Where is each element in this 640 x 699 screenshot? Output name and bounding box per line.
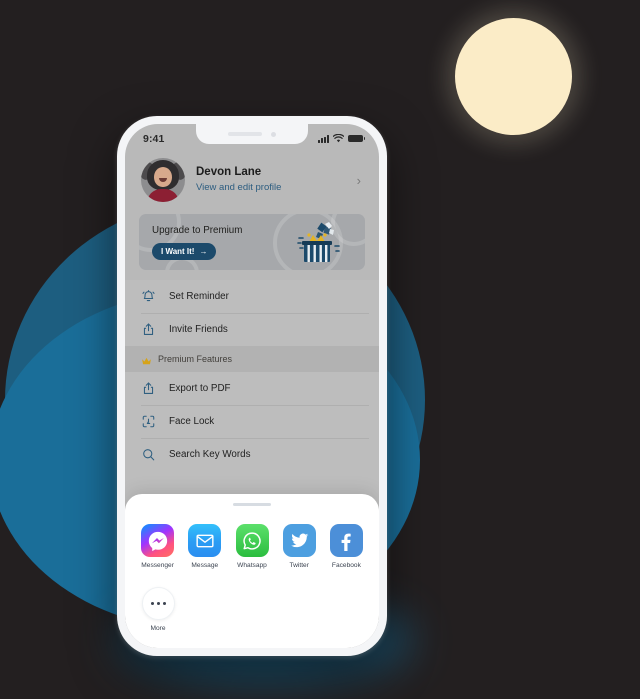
cellular-bars-icon: [318, 134, 329, 143]
share-app-label: Twitter: [289, 562, 309, 569]
wifi-icon: [333, 134, 344, 143]
twitter-bird-icon: [282, 524, 316, 557]
banner-title: Upgrade to Premium: [152, 224, 243, 236]
profile-edit-link[interactable]: View and edit profile: [196, 181, 346, 195]
share-app-label: Whatsapp: [237, 562, 267, 569]
facebook-f-icon: [329, 524, 363, 557]
phone-screen: 9:41 Devon Lane View and edit profile › …: [125, 124, 379, 648]
menu-item-label: Export to PDF: [169, 383, 231, 394]
search-icon: [141, 447, 156, 462]
share-sheet: Messenger Message Whatsapp Twitter Faceb…: [125, 494, 379, 648]
menu-item-invite-friends[interactable]: Invite Friends: [125, 313, 379, 346]
gift-box-with-crown-icon: [297, 222, 340, 262]
battery-icon: [348, 134, 366, 143]
message-envelope-icon: [188, 524, 222, 557]
share-more-wrap: More: [125, 569, 379, 632]
status-time: 9:41: [143, 132, 165, 145]
share-app-twitter[interactable]: Twitter: [281, 524, 318, 569]
phone-mockup: 9:41 Devon Lane View and edit profile › …: [117, 116, 387, 656]
alarm-bell-icon: [141, 289, 156, 304]
profile-name: Devon Lane: [196, 166, 262, 179]
share-app-facebook[interactable]: Facebook: [328, 524, 365, 569]
menu-item-label: Invite Friends: [169, 324, 228, 335]
menu-item-label: Set Reminder: [169, 291, 229, 302]
i-want-it-button[interactable]: I Want It! →: [152, 242, 217, 260]
i-want-it-label: I Want It!: [161, 246, 195, 256]
premium-banner-wrap: Upgrade to Premium I Want It! →: [125, 214, 379, 270]
profile-row[interactable]: Devon Lane View and edit profile ›: [125, 150, 379, 214]
whatsapp-icon: [235, 524, 269, 557]
crown-icon: [141, 354, 152, 365]
chevron-right-icon[interactable]: ›: [357, 173, 365, 188]
banner-text: Upgrade to Premium I Want It! →: [139, 225, 242, 260]
earpiece-speaker-icon: [228, 132, 262, 136]
menu-item-search-key-words[interactable]: Search Key Words: [125, 438, 379, 471]
yellow-circle-decor: [455, 18, 572, 135]
share-app-whatsapp[interactable]: Whatsapp: [233, 524, 270, 569]
profile-info: Devon Lane View and edit profile: [196, 165, 346, 195]
menu-item-export-to-pdf[interactable]: Export to PDF: [125, 372, 379, 405]
premium-banner[interactable]: Upgrade to Premium I Want It! →: [139, 214, 365, 270]
share-app-message[interactable]: Message: [186, 524, 223, 569]
front-camera-icon: [271, 131, 276, 137]
menu-item-label: Face Lock: [169, 416, 215, 427]
share-app-label: Messenger: [141, 562, 174, 569]
ellipsis-icon: [141, 587, 175, 620]
phone-notch: [196, 124, 308, 144]
status-icons: [318, 134, 366, 143]
share-upload-icon: [141, 381, 156, 396]
menu-item-set-reminder[interactable]: Set Reminder: [125, 280, 379, 313]
menu-item-face-lock[interactable]: Face Lock: [125, 405, 379, 438]
share-app-label: Facebook: [331, 562, 361, 569]
share-more-button[interactable]: More: [139, 587, 177, 632]
face-id-icon: [141, 414, 156, 429]
messenger-icon: [141, 524, 175, 557]
menu-section-label: Premium Features: [158, 354, 233, 364]
share-app-messenger[interactable]: Messenger: [139, 524, 176, 569]
avatar: [141, 158, 185, 202]
menu-section-premium-features: Premium Features: [125, 346, 379, 372]
share-upload-icon: [141, 322, 156, 337]
share-app-label: Message: [191, 562, 219, 569]
arrow-right-icon: →: [199, 246, 208, 256]
menu-item-label: Search Key Words: [169, 449, 251, 460]
share-more-label: More: [150, 625, 166, 632]
share-app-list: Messenger Message Whatsapp Twitter Faceb…: [125, 524, 379, 569]
drag-handle[interactable]: [233, 503, 271, 506]
